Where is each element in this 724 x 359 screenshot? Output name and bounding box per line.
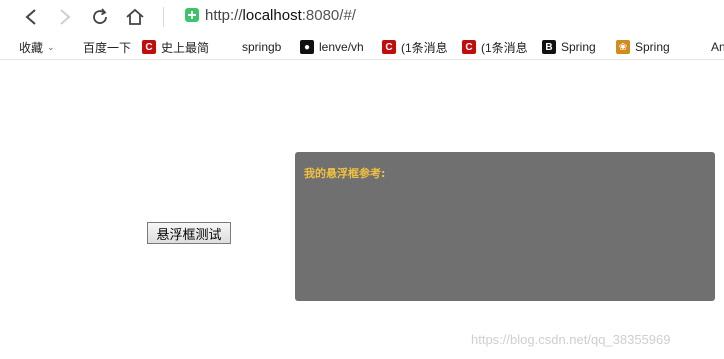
star-icon: ★ [2,41,12,53]
bookmark-spring[interactable]: ❀ Spring [616,38,682,56]
springboot-icon: ℊ [225,43,235,55]
bookmark-label: (1条消息 [401,40,448,55]
bookmark-label: 百度一下 [83,40,132,55]
bookmark-springboot[interactable]: ℊ springb [223,38,293,56]
bookmarks-bar: ★ 收藏 ⌄ ✿ 百度一下 C 史上最简 ℊ springb ● lenve/v… [0,35,724,60]
baidu-paw-icon: ✿ [66,41,76,53]
bookmark-label: springb [242,40,282,54]
toolbar-divider [163,7,164,27]
back-button[interactable] [18,4,44,30]
bookmark-csdn-3[interactable]: C (1条消息 [462,38,532,56]
bookmark-baidu[interactable]: ✿ 百度一下 [64,38,136,56]
bookmark-csdn-2[interactable]: C (1条消息 [382,38,452,56]
spring-icon: ❀ [616,40,630,54]
url-path: :8080/#/ [301,7,356,24]
bookmark-label: lenve/vh [319,40,364,54]
forward-button[interactable] [52,4,78,30]
address-bar[interactable]: http://localhost:8080/#/ [205,7,356,24]
watermark: https://blog.csdn.net/qq_38355969 [471,332,671,347]
reload-button[interactable] [87,4,113,30]
b-icon: B [542,40,556,54]
floating-box-test-button[interactable]: 悬浮框测试 [147,222,231,244]
back-arrow-icon [25,9,36,25]
panel-title: 我的悬浮框参考: [304,167,386,180]
reload-icon [93,8,107,24]
home-button[interactable] [122,4,148,30]
bookmark-label: Spring [635,40,670,54]
bookmark-label: 史上最简 [161,40,210,55]
bookmark-favorites[interactable]: ★ 收藏 ⌄ [0,38,58,56]
csdn-icon: C [142,40,156,54]
floating-box-panel: 我的悬浮框参考: [295,152,715,301]
bookmark-label: 收藏 [19,40,44,55]
ant-design-icon: ≋ [694,41,704,53]
bookmark-spring-b[interactable]: B Spring [542,38,608,56]
bookmark-github[interactable]: ● lenve/vh [300,38,376,56]
csdn-icon: C [382,40,396,54]
home-icon [126,8,144,25]
bookmark-label: Spring [561,40,596,54]
security-shield-icon[interactable] [185,8,199,22]
forward-arrow-icon [60,9,71,25]
bookmark-csdn-1[interactable]: C 史上最简 [142,38,214,56]
bookmark-ant-design[interactable]: ≋ An [692,38,724,56]
csdn-icon: C [462,40,476,54]
url-protocol: http:// [205,7,243,24]
url-host: localhost [242,7,302,24]
github-icon: ● [300,40,314,54]
bookmark-label: (1条消息 [481,40,528,55]
chevron-down-icon: ⌄ [47,41,55,52]
bookmark-label: An [711,40,724,54]
page-content: 悬浮框测试 我的悬浮框参考: https://blog.csdn.net/qq_… [0,60,724,359]
browser-toolbar: http://localhost:8080/#/ [0,0,724,34]
